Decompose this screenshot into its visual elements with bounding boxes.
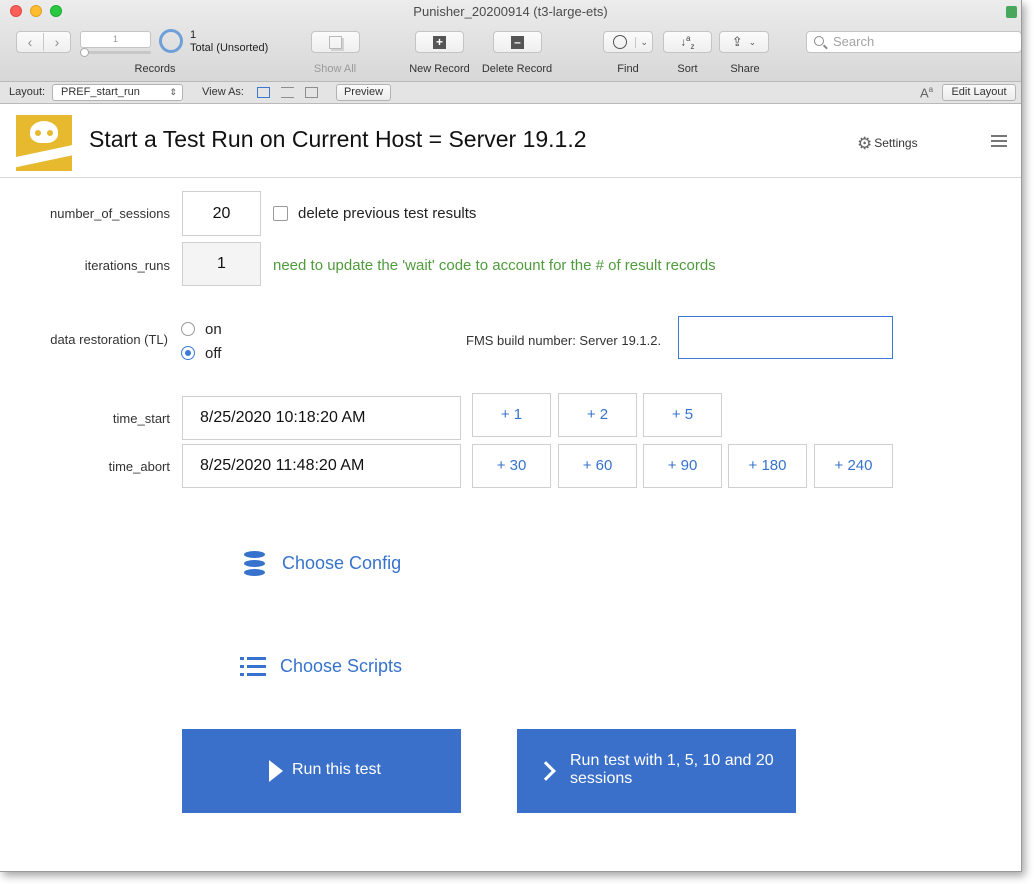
delete-results-label: delete previous test results (298, 205, 477, 222)
time-abort-label: time_abort (108, 459, 170, 474)
time-start-label: time_start (112, 411, 170, 426)
sessions-label: number_of_sessions (50, 206, 170, 221)
delete-record-label: Delete Record (481, 63, 553, 75)
run-test-label: Run this test (292, 761, 381, 778)
chevron-right-icon (536, 761, 556, 781)
sessions-field[interactable]: 20 (182, 191, 261, 236)
record-number-field[interactable]: 1 (80, 31, 151, 48)
database-icon[interactable] (244, 551, 265, 577)
find-label: Find (617, 63, 639, 75)
layout-select-value: PREF_start_run (61, 86, 140, 98)
share-label: Share (730, 63, 760, 75)
fms-build-label: FMS build number: Server 19.1.2. (466, 333, 662, 348)
edit-layout-button[interactable]: Edit Layout (942, 84, 1016, 101)
gear-icon: ⚙ (857, 134, 873, 153)
time-start-plus-2-button[interactable]: + 2 (558, 393, 637, 437)
layout-select[interactable]: PREF_start_run ⇕ (52, 84, 183, 101)
plus-square-icon: + (433, 35, 446, 49)
time-abort-plus-60-button[interactable]: + 60 (558, 444, 637, 488)
time-start-plus-5-button[interactable]: + 5 (643, 393, 722, 437)
share-button[interactable]: ⇪ ⌄ (719, 31, 769, 53)
file-status-icon (1006, 6, 1017, 18)
time-abort-plus-180-button[interactable]: + 180 (728, 444, 807, 488)
record-slider-knob[interactable] (80, 48, 89, 57)
time-abort-plus-90-button[interactable]: + 90 (643, 444, 722, 488)
table-view-icon[interactable] (305, 87, 318, 98)
layout-label: Layout: (9, 86, 46, 98)
run-multi-test-button[interactable]: Run test with 1, 5, 10 and 20 sessions (517, 729, 796, 813)
choose-config-link[interactable]: Choose Config (282, 553, 401, 574)
sort-label: Sort (677, 63, 698, 75)
iterations-field[interactable]: 1 (182, 242, 261, 286)
play-icon (269, 760, 283, 782)
new-record-label: New Record (409, 63, 470, 75)
chevron-down-icon[interactable]: ⌄ (635, 36, 648, 48)
skull-logo-icon (16, 115, 72, 171)
chevron-down-icon[interactable]: ⌄ (749, 37, 757, 48)
show-all-button[interactable] (311, 31, 360, 53)
settings-label: Settings (874, 136, 918, 150)
delete-record-button[interactable]: – (493, 31, 542, 53)
search-placeholder: Search (833, 34, 875, 49)
search-input[interactable]: Search (806, 31, 1021, 53)
new-record-button[interactable]: + (415, 31, 464, 53)
share-icon: ⇪ (731, 34, 743, 49)
restoration-on-label: on (205, 321, 222, 338)
record-navigation[interactable]: ‹ › (16, 31, 71, 53)
view-as-label: View As: (202, 86, 244, 98)
time-start-field[interactable]: 8/25/2020 10:18:20 AM (182, 396, 461, 440)
choose-scripts-link[interactable]: Choose Scripts (280, 656, 402, 677)
restoration-off-radio[interactable] (181, 346, 195, 360)
menu-icon[interactable] (991, 135, 1007, 150)
record-slider[interactable] (80, 51, 151, 54)
layout-bar: Layout: PREF_start_run ⇕ View As: Previe… (0, 82, 1021, 104)
time-abort-field[interactable]: 8/25/2020 11:48:20 AM (182, 444, 461, 488)
page-title: Start a Test Run on Current Host = Serve… (89, 126, 587, 152)
next-record-icon[interactable]: › (44, 34, 70, 50)
magnifier-icon (613, 35, 627, 49)
record-count: 1 Total (Unsorted) (190, 29, 268, 55)
iterations-label: iterations_runs (84, 258, 170, 273)
record-status: Total (Unsorted) (190, 42, 269, 54)
list-icon[interactable] (240, 657, 266, 677)
form-view-icon[interactable] (257, 87, 270, 98)
text-format-icon[interactable]: Aa (920, 85, 933, 100)
settings-button[interactable]: ⚙ Settings (857, 134, 918, 154)
app-window: Punisher_20200914 (t3-large-ets) ‹ › 1 1… (0, 0, 1022, 872)
find-button[interactable]: ⌄ (603, 31, 653, 53)
show-all-label: Show All (313, 63, 357, 75)
records-label: Records (134, 63, 176, 75)
run-multi-test-label: Run test with 1, 5, 10 and 20 sessions (570, 752, 774, 787)
time-start-plus-1-button[interactable]: + 1 (472, 393, 551, 437)
window-toolbar: Punisher_20200914 (t3-large-ets) ‹ › 1 1… (0, 0, 1021, 82)
restoration-off-label: off (205, 345, 222, 362)
restoration-on-radio[interactable] (181, 322, 195, 336)
sort-button[interactable]: ↓az (663, 31, 712, 53)
preview-button[interactable]: Preview (336, 84, 391, 101)
fms-build-field[interactable] (678, 316, 893, 359)
iterations-note: need to update the 'wait' code to accoun… (273, 257, 716, 274)
chevron-updown-icon: ⇕ (169, 87, 177, 97)
search-icon (814, 36, 824, 46)
time-abort-plus-30-button[interactable]: + 30 (472, 444, 551, 488)
window-title: Punisher_20200914 (t3-large-ets) (413, 4, 608, 19)
restoration-label: data restoration (TL) (50, 332, 168, 347)
record-pie-icon (159, 29, 183, 53)
run-test-button[interactable]: Run this test (182, 729, 461, 813)
list-view-icon[interactable] (281, 87, 294, 98)
delete-results-checkbox[interactable] (273, 206, 288, 221)
record-total: 1 (190, 29, 197, 41)
show-all-icon (329, 35, 342, 49)
time-abort-plus-240-button[interactable]: + 240 (814, 444, 893, 488)
sort-az-icon: ↓az (680, 33, 695, 51)
previous-record-icon[interactable]: ‹ (17, 34, 43, 50)
page-header: Start a Test Run on Current Host = Serve… (0, 104, 1021, 178)
minus-square-icon: – (511, 35, 524, 49)
